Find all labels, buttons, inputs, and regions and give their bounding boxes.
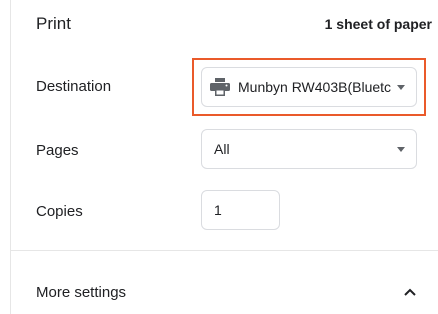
- pages-select[interactable]: All: [201, 129, 417, 169]
- destination-label: Destination: [36, 78, 112, 95]
- copies-input[interactable]: 1: [201, 190, 280, 230]
- copies-value: 1: [214, 202, 222, 218]
- more-settings-label: More settings: [36, 284, 127, 301]
- chevron-down-icon: [397, 85, 405, 90]
- page-title: Print: [36, 14, 71, 33]
- pages-value: All: [214, 141, 230, 157]
- copies-label: Copies: [36, 203, 83, 220]
- print-panel: Print 1 sheet of paper Destination Munby…: [0, 0, 438, 314]
- section-divider: [10, 250, 438, 251]
- printer-icon: [210, 78, 230, 96]
- chevron-down-icon: [397, 147, 405, 152]
- destination-select[interactable]: Munbyn RW403B(Bluetc: [201, 67, 417, 107]
- destination-value: Munbyn RW403B(Bluetc: [238, 79, 392, 95]
- print-header: Print 1 sheet of paper: [0, 0, 438, 52]
- pages-label: Pages: [36, 142, 79, 159]
- chevron-up-icon: [404, 288, 416, 296]
- sheet-count: 1 sheet of paper: [324, 16, 432, 32]
- more-settings-toggle[interactable]: More settings: [10, 266, 438, 314]
